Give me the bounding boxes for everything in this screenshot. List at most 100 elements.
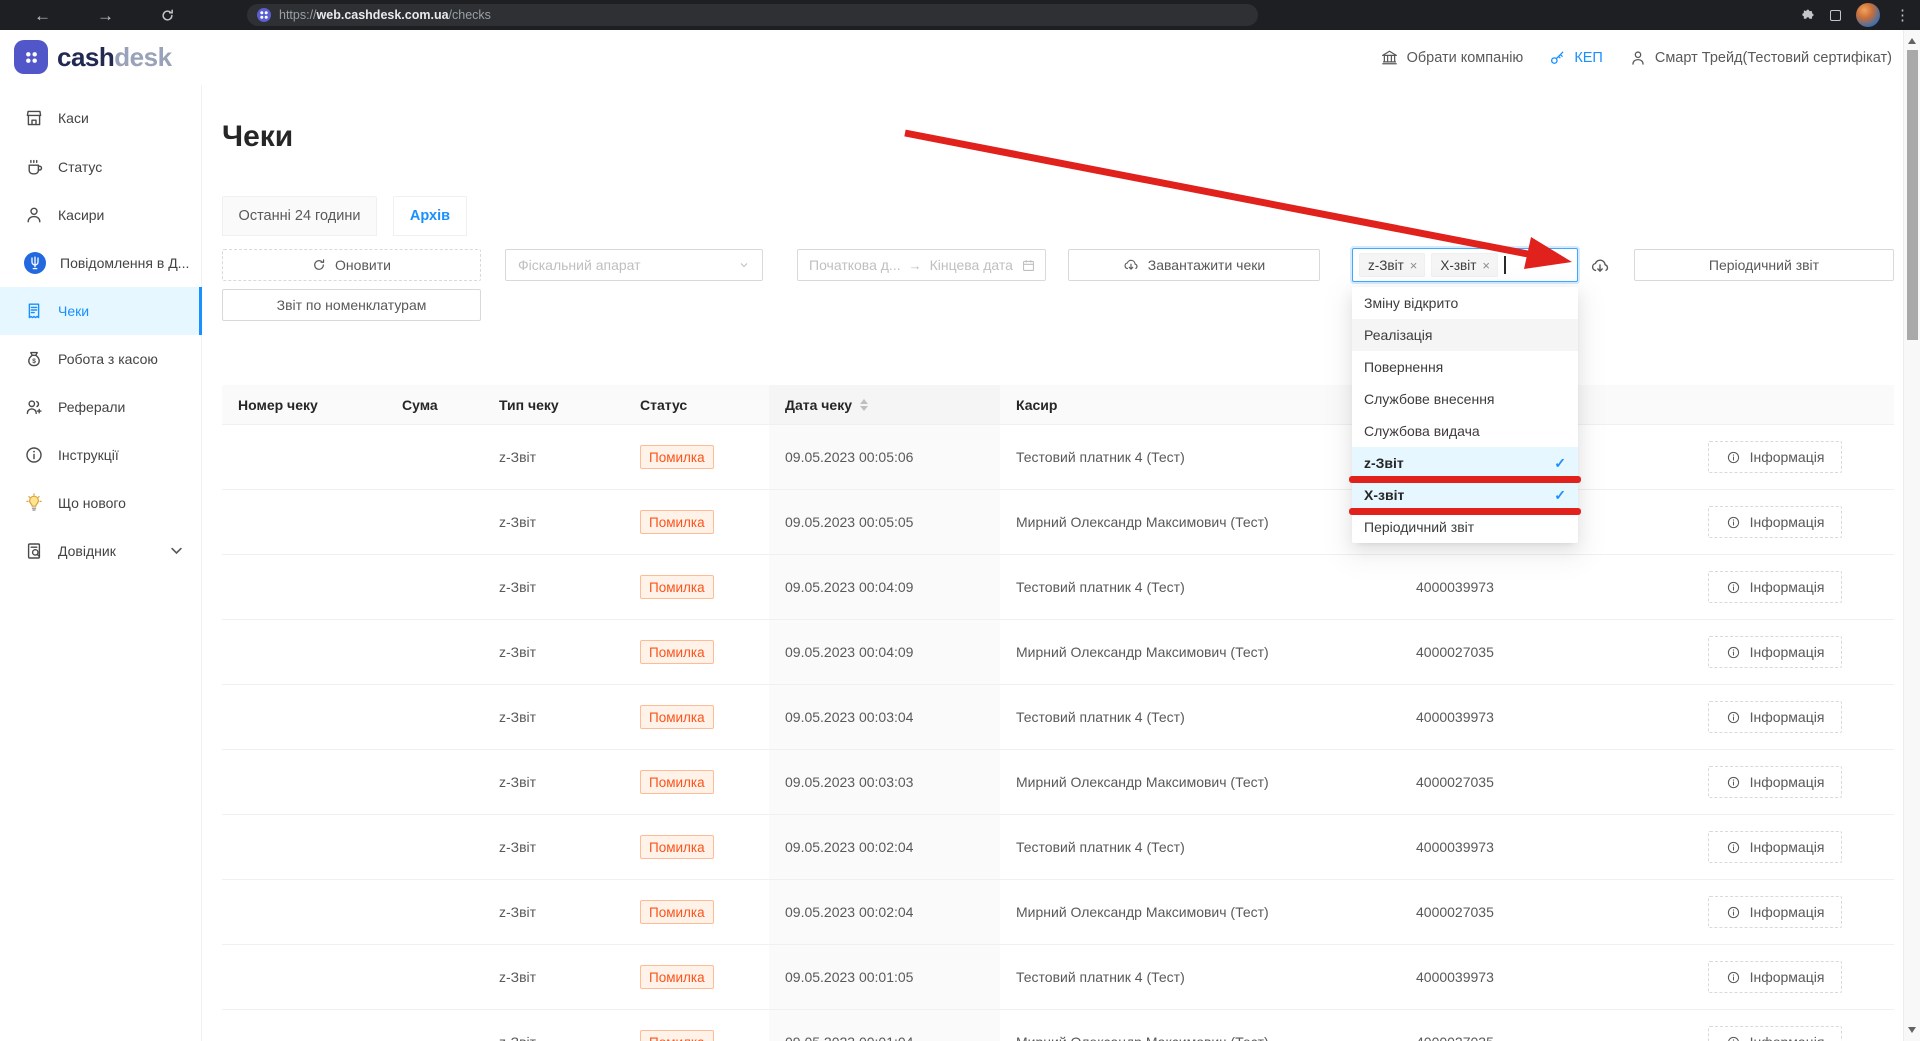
check-date: 09.05.2023 00:02:04 xyxy=(769,815,1000,879)
info-button[interactable]: Інформація xyxy=(1708,441,1843,473)
cashier-name: Тестовий платник 4 (Тест) xyxy=(1000,945,1400,1009)
browser-forward-icon[interactable]: → xyxy=(97,7,114,24)
periodic-report-button[interactable]: Періодичний звіт xyxy=(1634,249,1894,281)
text-cursor xyxy=(1504,256,1506,274)
extensions-puzzle-icon[interactable] xyxy=(1801,8,1815,22)
user-menu[interactable]: Смарт Трейд(Тестовий сертифікат) xyxy=(1629,49,1892,67)
info-button[interactable]: Інформація xyxy=(1708,506,1843,538)
status-cup-icon xyxy=(24,157,44,177)
scrollbar-down-icon[interactable] xyxy=(1908,1027,1916,1033)
screen: ← → https://web.cashdesk.com.ua/checks ⋮… xyxy=(0,0,1920,1041)
check-date: 09.05.2023 00:04:09 xyxy=(769,555,1000,619)
browser-profile-avatar[interactable] xyxy=(1856,3,1880,27)
logo-wordmark: cashdesk xyxy=(57,42,172,73)
sidebar-item-povidomlennya[interactable]: Повідомлення в Д... xyxy=(0,239,202,287)
check-date: 09.05.2023 00:03:03 xyxy=(769,750,1000,814)
check-icon: ✓ xyxy=(1554,455,1566,472)
info-button[interactable]: Інформація xyxy=(1708,571,1843,603)
info-button[interactable]: Інформація xyxy=(1708,636,1843,668)
dropdown-option[interactable]: Періодичний звіт xyxy=(1352,511,1578,543)
key-icon xyxy=(1549,49,1566,66)
sidebar-item-dovidnyk[interactable]: Довідник xyxy=(0,527,202,575)
column-status: Статус xyxy=(624,385,769,424)
sidebar-item-shcho-novoho[interactable]: Що нового xyxy=(0,479,202,527)
info-button[interactable]: Інформація xyxy=(1708,766,1843,798)
check-type: z-Звіт xyxy=(483,685,624,749)
fiscal-number: 4000039973 xyxy=(1400,945,1656,1009)
check-type: z-Звіт xyxy=(483,945,624,1009)
sidebar-item-referaly[interactable]: Реферали xyxy=(0,383,202,431)
browser-reload-icon[interactable] xyxy=(160,8,175,23)
sidebar-item-label: Повідомлення в Д... xyxy=(60,255,189,271)
table-row: z-Звіт Помилка 09.05.2023 00:01:04 Мирни… xyxy=(222,1010,1894,1041)
remove-tag-icon[interactable]: × xyxy=(1482,259,1490,272)
browser-back-icon[interactable]: ← xyxy=(34,7,51,24)
choose-company-button[interactable]: Обрати компанію xyxy=(1380,48,1524,67)
export-cloud-icon[interactable] xyxy=(1586,252,1614,280)
fiscal-number: 4000027035 xyxy=(1400,750,1656,814)
dropdown-option[interactable]: Повернення xyxy=(1352,351,1578,383)
directory-search-icon xyxy=(24,541,44,561)
info-button[interactable]: Інформація xyxy=(1708,701,1843,733)
nomenclature-report-button[interactable]: Звіт по номенклатурам xyxy=(222,289,481,321)
tab-last-24h[interactable]: Останні 24 години xyxy=(222,196,377,236)
info-button[interactable]: Інформація xyxy=(1708,831,1843,863)
download-checks-button[interactable]: Завантажити чеки xyxy=(1068,249,1320,281)
cashier-name: Мирний Олександр Максимович (Тест) xyxy=(1000,880,1400,944)
scrollbar-up-icon[interactable] xyxy=(1908,38,1916,44)
cashier-name: Тестовий платник 4 (Тест) xyxy=(1000,555,1400,619)
address-bar[interactable]: https://web.cashdesk.com.ua/checks xyxy=(247,4,1258,26)
column-check-number: Номер чеку xyxy=(222,385,386,424)
dropdown-option[interactable]: Реалізація xyxy=(1352,319,1578,351)
refresh-button[interactable]: Оновити xyxy=(222,249,481,281)
browser-chrome: ← → https://web.cashdesk.com.ua/checks ⋮ xyxy=(0,0,1920,30)
kep-button[interactable]: КЕП xyxy=(1549,49,1603,66)
info-button[interactable]: Інформація xyxy=(1708,896,1843,928)
browser-menu-icon[interactable]: ⋮ xyxy=(1895,6,1910,24)
check-date: 09.05.2023 00:05:06 xyxy=(769,425,1000,489)
fiscal-number: 4000027035 xyxy=(1400,1010,1656,1041)
table-row: z-Звіт Помилка 09.05.2023 00:05:05 Мирни… xyxy=(222,490,1894,555)
check-type-filter[interactable]: z-Звіт × Х-звіт × xyxy=(1352,248,1578,282)
sidebar-item-instruktsii[interactable]: Інструкції xyxy=(0,431,202,479)
sidebar-item-label: Реферали xyxy=(58,399,125,415)
column-cashier: Касир xyxy=(1000,385,1400,424)
remove-tag-icon[interactable]: × xyxy=(1410,259,1418,272)
fiscal-device-select[interactable]: Фіскальний апарат xyxy=(505,249,763,281)
table-row: z-Звіт Помилка 09.05.2023 00:02:04 Тесто… xyxy=(222,815,1894,880)
check-type: z-Звіт xyxy=(483,620,624,684)
dropdown-option-selected[interactable]: Х-звіт✓ xyxy=(1352,479,1578,511)
sidebar-item-robota-z-kasoyu[interactable]: $ Робота з касою xyxy=(0,335,202,383)
date-end-placeholder: Кінцева дата xyxy=(930,257,1013,273)
lightbulb-icon xyxy=(24,493,44,513)
check-type: z-Звіт xyxy=(483,1010,624,1041)
sidebar-item-kasyry[interactable]: Касири xyxy=(0,191,202,239)
info-circle-icon xyxy=(24,445,44,465)
dropdown-option-selected[interactable]: z-Звіт✓ xyxy=(1352,447,1578,479)
cashdesk-logo[interactable]: cashdesk xyxy=(14,40,172,74)
sidebar-item-kasy[interactable]: Каси xyxy=(0,94,202,142)
date-range-picker[interactable]: Початкова д... → Кінцева дата xyxy=(797,249,1046,281)
info-button[interactable]: Інформація xyxy=(1708,1026,1843,1041)
status-badge: Помилка xyxy=(640,705,714,729)
status-badge: Помилка xyxy=(640,900,714,924)
scrollbar-thumb[interactable] xyxy=(1907,50,1918,340)
receipt-icon xyxy=(24,301,44,321)
status-badge: Помилка xyxy=(640,445,714,469)
browser-square-icon[interactable] xyxy=(1830,10,1841,21)
sidebar-item-label: Каси xyxy=(58,110,89,126)
sort-icons[interactable] xyxy=(860,399,868,411)
dropdown-option[interactable]: Службова видача xyxy=(1352,415,1578,447)
dropdown-option[interactable]: Службове внесення xyxy=(1352,383,1578,415)
dropdown-option[interactable]: Зміну відкрито xyxy=(1352,287,1578,319)
table-row: z-Звіт Помилка 09.05.2023 00:01:05 Тесто… xyxy=(222,945,1894,1010)
check-type: z-Звіт xyxy=(483,490,624,554)
tab-archive[interactable]: Архів xyxy=(393,196,467,236)
sidebar-item-cheky[interactable]: Чеки xyxy=(0,287,202,335)
bank-icon xyxy=(1380,48,1399,67)
column-check-date[interactable]: Дата чеку xyxy=(769,385,1000,424)
cashier-name: Мирний Олександр Максимович (Тест) xyxy=(1000,750,1400,814)
sidebar-item-status[interactable]: Статус xyxy=(0,143,202,191)
info-button[interactable]: Інформація xyxy=(1708,961,1843,993)
user-icon xyxy=(1629,49,1647,67)
